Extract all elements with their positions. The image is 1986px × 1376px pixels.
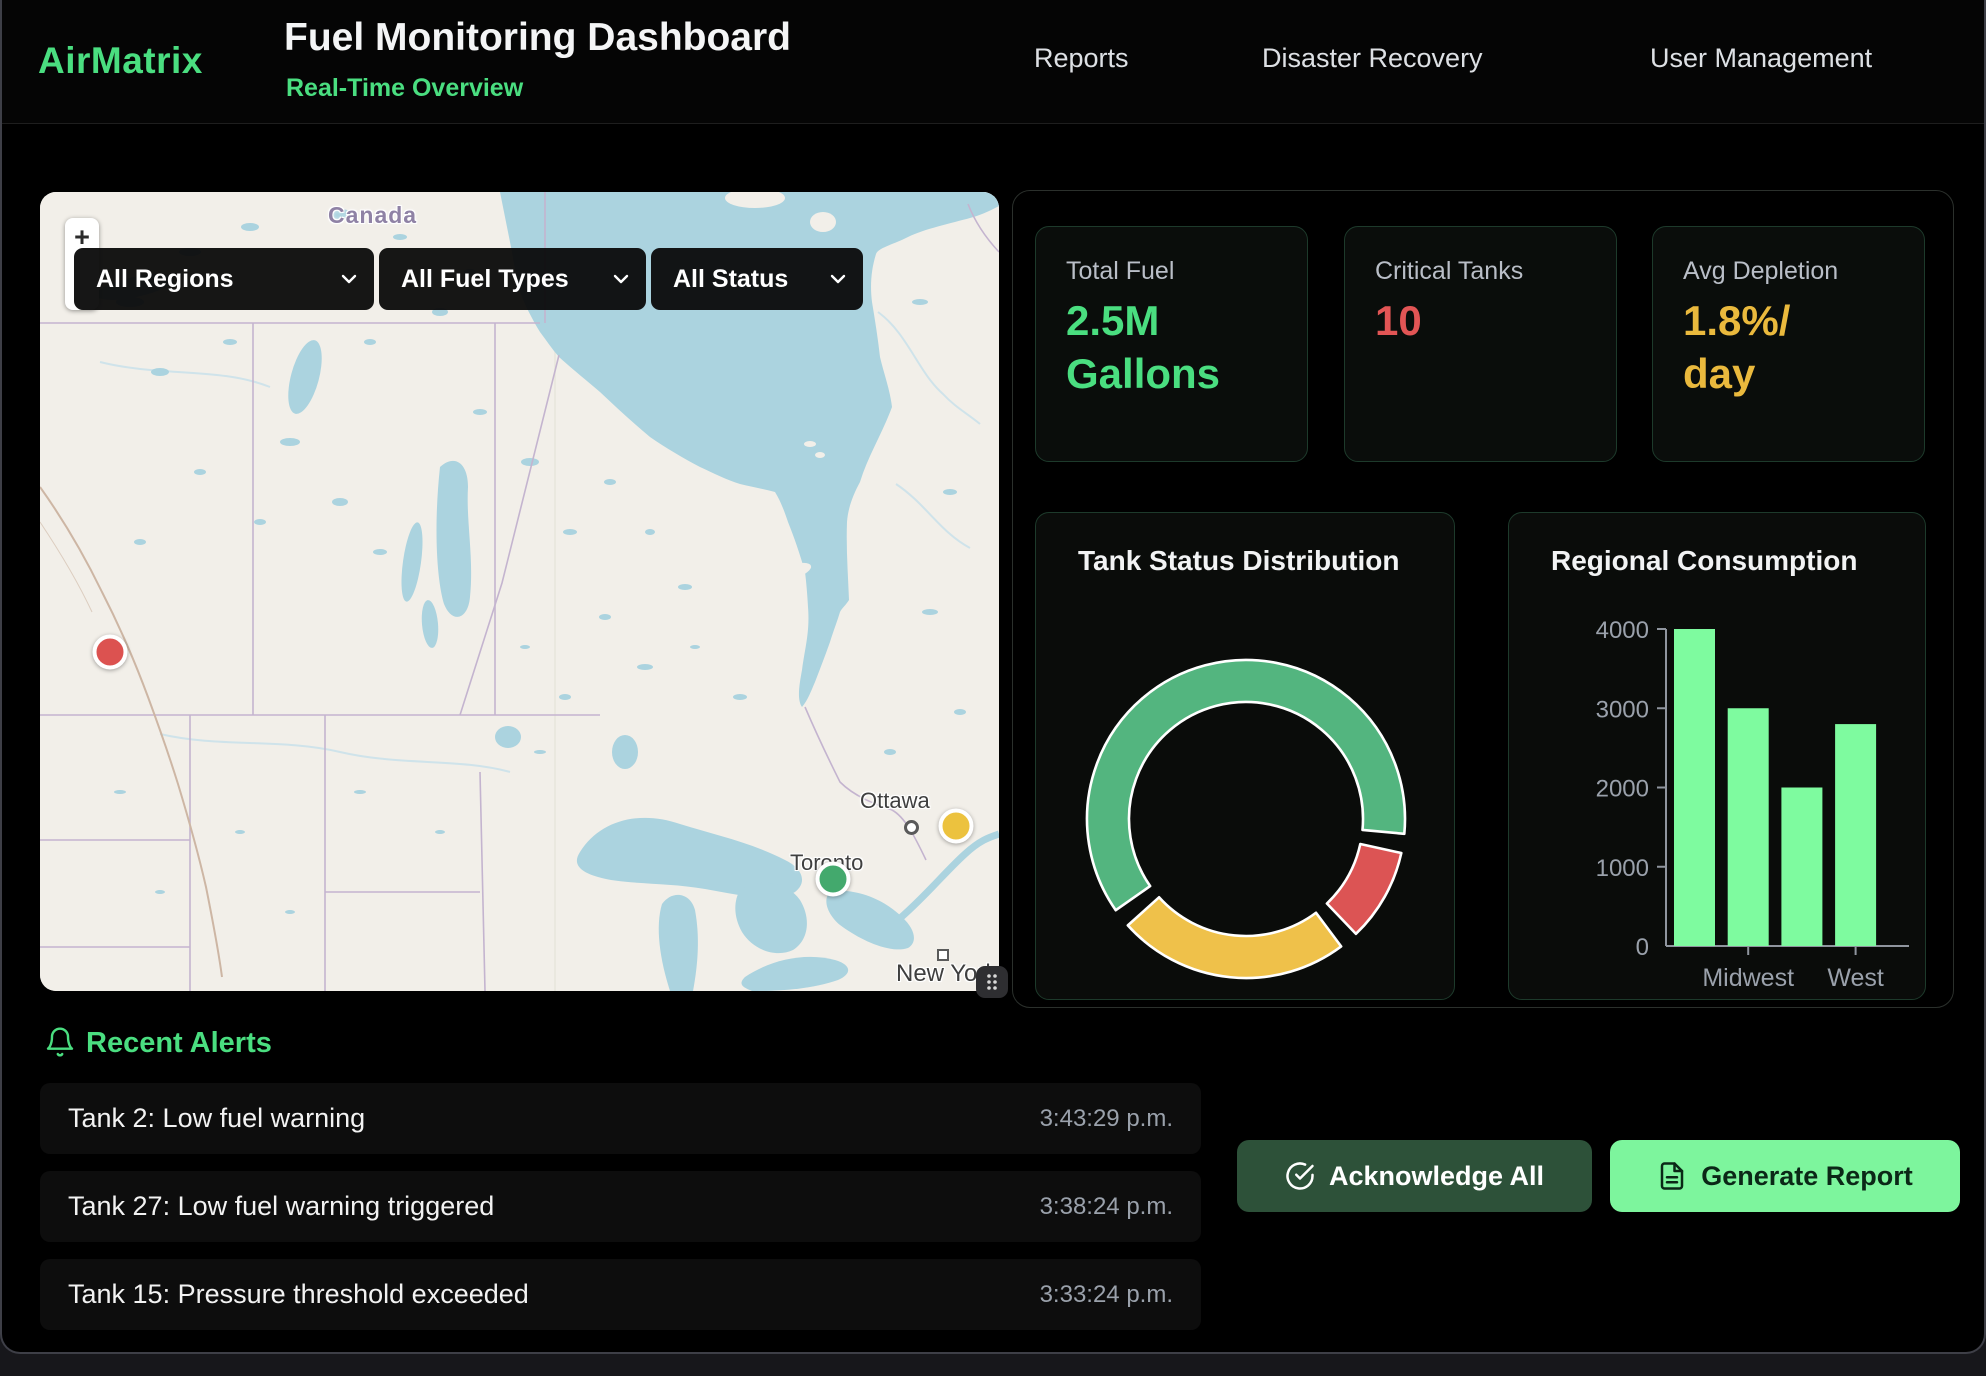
svg-text:West: West [1827, 964, 1884, 992]
svg-text:3000: 3000 [1596, 696, 1649, 723]
stat-card-total-fuel: Total Fuel 2.5MGallons [1035, 226, 1308, 462]
bell-icon [44, 1026, 76, 1058]
alert-row: Tank 2: Low fuel warning 3:43:29 p.m. [40, 1083, 1201, 1154]
alert-timestamp: 3:33:24 p.m. [1040, 1281, 1173, 1309]
svg-text:0: 0 [1636, 934, 1649, 961]
document-icon [1657, 1161, 1687, 1191]
fuel-type-filter-select[interactable]: All Fuel Types [379, 248, 646, 310]
tank-marker-warning[interactable] [938, 808, 973, 843]
map-label-ottawa: Ottawa [860, 788, 930, 814]
tank-marker-normal[interactable] [816, 862, 851, 897]
chart-title: Tank Status Distribution [1078, 545, 1400, 577]
status-filter-select[interactable]: All Status [651, 248, 863, 310]
chevron-down-icon [828, 269, 848, 289]
alert-timestamp: 3:43:29 p.m. [1040, 1105, 1173, 1133]
chevron-down-icon [339, 269, 359, 289]
alert-row: Tank 15: Pressure threshold exceeded 3:3… [40, 1259, 1201, 1330]
alert-message: Tank 27: Low fuel warning triggered [68, 1191, 494, 1222]
alert-timestamp: 3:38:24 p.m. [1040, 1193, 1173, 1221]
header: AirMatrix Fuel Monitoring Dashboard Real… [2, 0, 1984, 124]
page-subtitle: Real-Time Overview [286, 74, 523, 103]
stat-card-avg-depletion: Avg Depletion 1.8%/day [1652, 226, 1925, 462]
alert-row: Tank 27: Low fuel warning triggered 3:38… [40, 1171, 1201, 1242]
svg-text:1000: 1000 [1596, 855, 1649, 882]
tank-status-donut-chart [1081, 654, 1411, 984]
generate-report-button[interactable]: Generate Report [1610, 1140, 1960, 1212]
status-filter-value: All Status [673, 265, 788, 294]
tank-marker-critical[interactable] [93, 635, 128, 670]
regional-consumption-chart-card: Regional Consumption 01000200030004000Mi… [1508, 512, 1926, 1000]
tank-status-chart-card: Tank Status Distribution [1035, 512, 1455, 1000]
resize-handle[interactable] [976, 966, 1008, 998]
acknowledge-all-label: Acknowledge All [1329, 1161, 1544, 1192]
map-label-canada: Canada [328, 202, 417, 229]
stat-label: Critical Tanks [1375, 257, 1523, 286]
fuel-type-filter-value: All Fuel Types [401, 265, 569, 294]
svg-text:2000: 2000 [1596, 776, 1649, 803]
svg-text:Midwest: Midwest [1702, 964, 1794, 992]
stat-value: 2.5MGallons [1066, 295, 1220, 400]
dashboard-window: AirMatrix Fuel Monitoring Dashboard Real… [0, 0, 1986, 1354]
stat-value: 10 [1375, 295, 1422, 348]
check-circle-icon [1285, 1161, 1315, 1191]
region-filter-value: All Regions [96, 265, 234, 294]
chevron-down-icon [611, 269, 631, 289]
nav-reports[interactable]: Reports [1034, 43, 1129, 74]
alert-message: Tank 2: Low fuel warning [68, 1103, 365, 1134]
nav-user-management[interactable]: User Management [1650, 43, 1872, 74]
ottawa-town-symbol [904, 820, 919, 835]
fuel-map[interactable]: + All Regions All Fuel Types All Status … [40, 192, 999, 991]
generate-report-label: Generate Report [1701, 1161, 1913, 1192]
region-filter-select[interactable]: All Regions [74, 248, 374, 310]
stat-value: 1.8%/day [1683, 295, 1790, 400]
recent-alerts-title: Recent Alerts [86, 1027, 272, 1060]
new-york-town-symbol [937, 949, 949, 961]
alert-message: Tank 15: Pressure threshold exceeded [68, 1279, 529, 1310]
brand-logo: AirMatrix [38, 40, 203, 82]
acknowledge-all-button[interactable]: Acknowledge All [1237, 1140, 1592, 1212]
svg-text:4000: 4000 [1596, 617, 1649, 644]
page-title: Fuel Monitoring Dashboard [284, 16, 791, 60]
stat-label: Avg Depletion [1683, 257, 1838, 286]
stat-label: Total Fuel [1066, 257, 1174, 286]
nav-disaster-recovery[interactable]: Disaster Recovery [1262, 43, 1483, 74]
grip-dots-icon [984, 972, 1000, 992]
regional-consumption-bar-chart: 0 1000 2000 3000 4000 Midwest West [1509, 513, 1927, 1001]
stat-card-critical-tanks: Critical Tanks 10 [1344, 226, 1617, 462]
